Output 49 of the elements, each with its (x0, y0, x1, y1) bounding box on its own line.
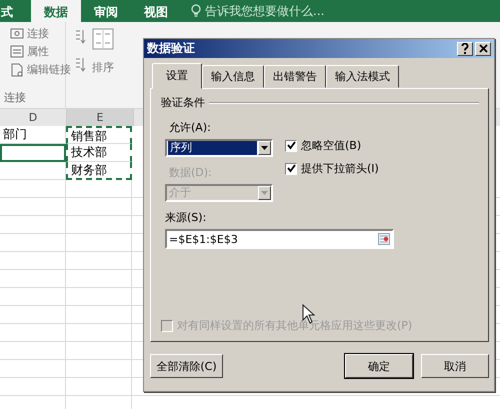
checkbox-label: 提供下拉箭头(I) (301, 161, 379, 176)
ribbon-button[interactable]: 连接 (27, 26, 49, 41)
sort-dialog-icon[interactable] (92, 28, 114, 50)
table-cell[interactable]: 部门 (0, 126, 66, 144)
search-field[interactable]: 告诉我您想要做什么... (191, 0, 385, 22)
table-cell[interactable]: 销售部 (66, 126, 132, 144)
dialog-button[interactable]: 取消 (421, 354, 489, 378)
checkbox-label: 忽略空值(B) (301, 138, 362, 153)
group-label: 连接 (4, 90, 27, 106)
table-cell[interactable] (0, 162, 66, 180)
ribbon-tab[interactable]: 式 (0, 0, 31, 22)
ribbon-button[interactable]: 排序 (92, 60, 114, 75)
field-label: 允许(A): (168, 120, 212, 135)
checkbox[interactable] (285, 162, 297, 174)
ribbon-button[interactable]: 属性 (27, 44, 49, 59)
field-label: 数据(D): (168, 165, 213, 180)
field-label: 来源(S): (164, 210, 208, 225)
close-button[interactable] (475, 42, 491, 56)
checkbox[interactable] (285, 140, 297, 152)
table-cell[interactable]: 技术部 (66, 144, 132, 162)
dropdown[interactable]: 序列 (165, 139, 273, 157)
table-cell[interactable]: 财务部 (66, 162, 132, 180)
selected-cell[interactable] (0, 144, 66, 162)
help-icon (461, 43, 469, 54)
ribbon-button[interactable]: 编辑链接 (27, 62, 71, 77)
column-header[interactable]: E (67, 109, 134, 126)
close-icon (478, 44, 488, 53)
ribbon-tab[interactable]: 数据 (31, 0, 81, 22)
checkbox-label: 对有同样设置的所有其他单元格应用这些更改(P) (177, 318, 412, 333)
lightbulb-icon (191, 4, 201, 18)
dialog-button[interactable]: 确定 (345, 354, 413, 378)
edit-links-icon (10, 62, 24, 76)
sort-descending-icon[interactable] (74, 56, 86, 74)
help-button[interactable] (457, 42, 473, 56)
dialog-tab[interactable]: 输入信息 (202, 65, 264, 88)
range-picker-icon[interactable] (378, 233, 390, 245)
dialog-tab[interactable]: 设置 (152, 63, 202, 89)
dialog-button[interactable]: 全部清除(C) (150, 354, 223, 378)
input-field[interactable]: =$E$1:$E$3 (165, 229, 394, 249)
group-title: 验证条件 (161, 95, 205, 110)
ribbon-tab[interactable]: 审阅 (81, 0, 131, 22)
dropdown: 介于 (165, 184, 273, 202)
connection-icon (10, 26, 24, 40)
ribbon-tab[interactable]: 视图 (131, 0, 181, 22)
sort-ascending-icon[interactable] (74, 28, 86, 46)
dialog-tab[interactable]: 输入法模式 (326, 65, 399, 88)
properties-icon (10, 44, 24, 58)
dialog-tab[interactable]: 出错警告 (264, 65, 326, 88)
window-title: 数据验证 (147, 40, 195, 57)
